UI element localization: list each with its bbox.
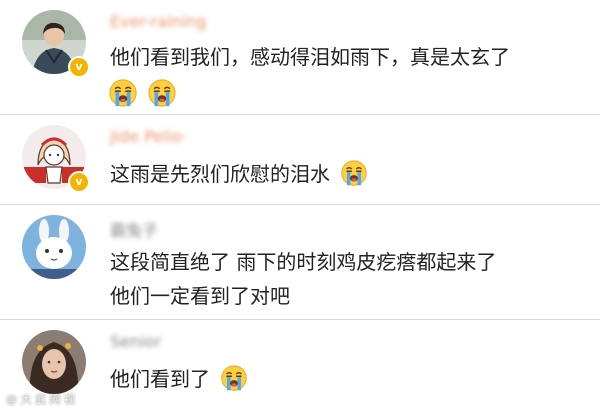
comment-text-line-2: 他们一定看到了对吧: [110, 284, 290, 308]
verified-badge-icon: v: [68, 56, 90, 78]
comment-text-content: 他们看到了: [110, 367, 210, 391]
username[interactable]: 霸兔子: [110, 217, 158, 241]
comment-item: v Jide Pelio· 这雨是先烈们欣慰的泪水: [0, 115, 600, 205]
comment-item: Senior 他们看到了 @ 大 武 网 视: [0, 320, 600, 411]
comment-text: 这雨是先烈们欣慰的泪水: [110, 159, 368, 189]
avatar[interactable]: [22, 330, 86, 394]
username[interactable]: Jide Pelio·: [110, 127, 187, 146]
comment-text-line-1: 这段简直绝了 雨下的时刻鸡皮疙瘩都起来了: [110, 250, 497, 274]
comment-item: 霸兔子 这段简直绝了 雨下的时刻鸡皮疙瘩都起来了 他们一定看到了对吧: [0, 205, 600, 320]
watermark: @ 大 武 网 视: [6, 393, 75, 406]
username[interactable]: Ever-raining: [110, 12, 206, 31]
comment-text-content: 这雨是先烈们欣慰的泪水: [110, 162, 330, 186]
loudly-crying-face-emoji: [108, 78, 138, 108]
comment-text: 他们看到了: [110, 364, 248, 394]
loudly-crying-face-emoji: [220, 364, 248, 392]
verified-badge-icon: v: [68, 171, 90, 193]
username[interactable]: Senior: [110, 332, 161, 351]
comment-text: 他们看到我们，感动得泪如雨下，真是太玄了: [110, 45, 510, 69]
loudly-crying-face-emoji: [340, 159, 368, 187]
avatar[interactable]: [22, 215, 86, 279]
emoji-row: [108, 78, 181, 108]
loudly-crying-face-emoji: [147, 78, 177, 108]
comment-item: v Ever-raining 他们看到我们，感动得泪如雨下，真是太玄了: [0, 0, 600, 115]
